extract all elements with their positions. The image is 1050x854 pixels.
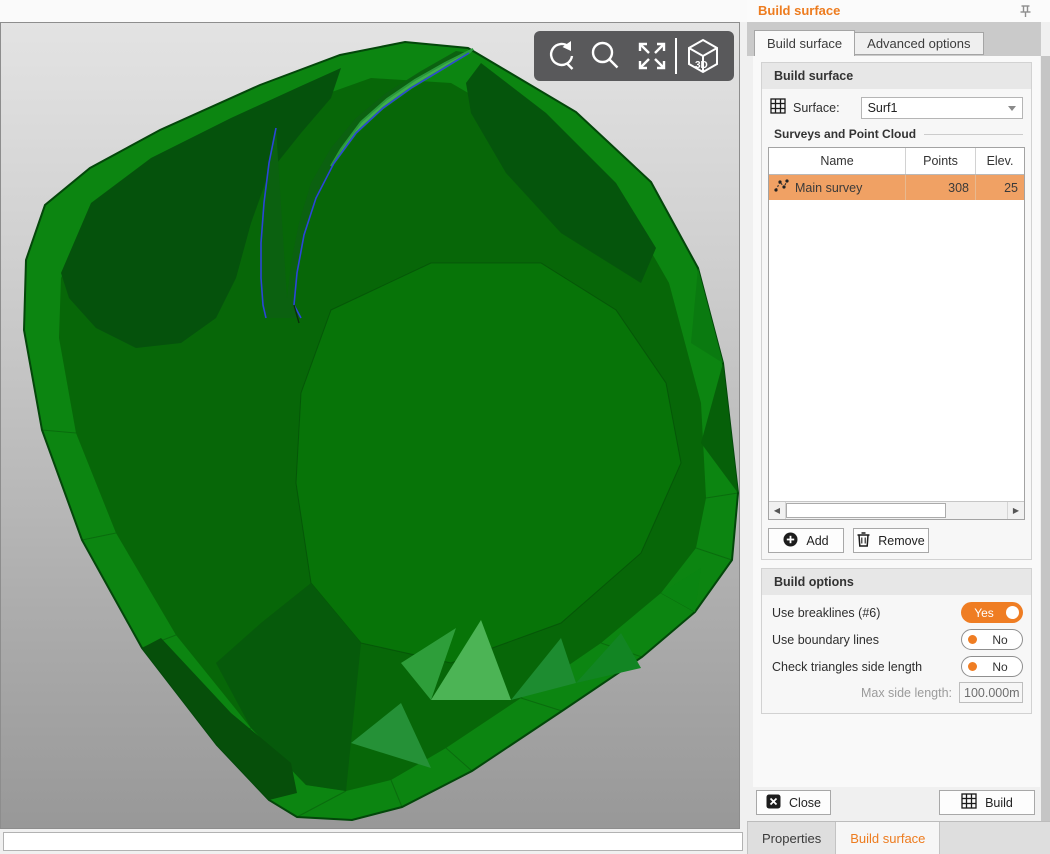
bottom-tab-build-surface[interactable]: Build surface bbox=[836, 822, 940, 854]
toggle-dot bbox=[968, 662, 977, 671]
table-header-row: Name Points Elev. bbox=[769, 148, 1024, 175]
surface-label: Surface: bbox=[793, 101, 840, 115]
viewport-top-strip bbox=[0, 0, 747, 22]
column-header-points[interactable]: Points bbox=[906, 148, 976, 174]
table-row[interactable]: Main survey 308 25 bbox=[769, 175, 1024, 200]
remove-button-label: Remove bbox=[878, 534, 925, 548]
toggle-boundary[interactable]: No bbox=[961, 629, 1023, 650]
surveys-table: Name Points Elev. Main survey bbox=[768, 147, 1025, 520]
build-options-group: Build options Use breaklines (#6) Yes Us… bbox=[761, 568, 1032, 714]
max-side-input[interactable]: 100.000m bbox=[959, 682, 1023, 703]
group-title: Build surface bbox=[774, 69, 853, 83]
remove-button[interactable]: Remove bbox=[853, 528, 929, 553]
tab-advanced-options[interactable]: Advanced options bbox=[855, 32, 983, 55]
build-grid-icon bbox=[961, 793, 977, 812]
3d-viewport[interactable]: 3D bbox=[0, 22, 740, 829]
divider bbox=[924, 134, 1023, 135]
build-surface-panel: Build surface Build surface Advanced opt… bbox=[747, 0, 1050, 854]
row-points: 308 bbox=[906, 175, 976, 200]
max-side-value: 100.000m bbox=[964, 686, 1020, 700]
group-header: Build options bbox=[762, 569, 1031, 595]
surveys-section: Surveys and Point Cloud bbox=[762, 123, 1031, 145]
grid-icon bbox=[770, 98, 786, 119]
add-button-label: Add bbox=[806, 534, 828, 548]
build-button[interactable]: Build bbox=[939, 790, 1035, 815]
tab-build-surface[interactable]: Build surface bbox=[754, 30, 855, 56]
viewport-toolbar: 3D bbox=[534, 31, 734, 81]
horizontal-scrollbar[interactable]: ◀ ▶ bbox=[769, 501, 1024, 519]
bottom-tab-label: Properties bbox=[762, 831, 821, 846]
panel-tabbar: Build surface Advanced options bbox=[747, 22, 1041, 56]
toggle-knob bbox=[1006, 606, 1019, 619]
toggle-value: Yes bbox=[974, 606, 994, 620]
option-label-breaklines: Use breaklines (#6) bbox=[772, 606, 880, 620]
toggle-value: No bbox=[992, 633, 1007, 647]
close-button-label: Close bbox=[789, 796, 821, 810]
row-name: Main survey bbox=[795, 181, 862, 195]
column-header-name[interactable]: Name bbox=[769, 148, 906, 174]
toggle-value: No bbox=[992, 660, 1007, 674]
column-header-elev[interactable]: Elev. bbox=[976, 148, 1024, 174]
panel-header: Build surface bbox=[747, 0, 1050, 22]
scroll-left-icon[interactable]: ◀ bbox=[769, 502, 786, 519]
scrollbar-thumb[interactable] bbox=[786, 503, 946, 518]
command-input[interactable] bbox=[3, 832, 743, 851]
bottom-tab-label: Build surface bbox=[850, 831, 925, 846]
fit-view-icon[interactable] bbox=[628, 31, 675, 81]
close-icon bbox=[766, 794, 781, 812]
add-button[interactable]: Add bbox=[768, 528, 844, 553]
rotate-view-icon[interactable] bbox=[534, 31, 581, 81]
chevron-down-icon bbox=[1008, 106, 1016, 111]
group-title: Build options bbox=[774, 575, 854, 589]
build-button-label: Build bbox=[985, 796, 1013, 810]
zoom-icon[interactable] bbox=[581, 31, 628, 81]
bottom-tabbar: Properties Build surface bbox=[747, 821, 1050, 854]
survey-icon bbox=[774, 179, 789, 196]
view-3d-cube-icon[interactable]: 3D bbox=[677, 31, 729, 81]
scroll-right-icon[interactable]: ▶ bbox=[1007, 502, 1024, 519]
surface-dropdown-value: Surf1 bbox=[868, 101, 898, 115]
bottom-tab-properties[interactable]: Properties bbox=[747, 822, 836, 854]
row-elev: 25 bbox=[976, 175, 1024, 200]
close-button[interactable]: Close bbox=[756, 790, 831, 815]
terrain-surface bbox=[1, 23, 739, 828]
surface-dropdown[interactable]: Surf1 bbox=[861, 97, 1023, 119]
pin-icon[interactable] bbox=[1019, 4, 1032, 23]
plus-icon bbox=[783, 532, 798, 550]
panel-button-row: Close Build bbox=[747, 789, 1041, 817]
table-empty-area bbox=[769, 200, 1024, 501]
panel-edge-strip bbox=[1041, 56, 1050, 821]
max-side-label: Max side length: bbox=[861, 686, 952, 700]
surveys-title: Surveys and Point Cloud bbox=[774, 127, 916, 141]
group-header: Build surface bbox=[762, 63, 1031, 89]
status-bar bbox=[0, 829, 747, 854]
panel-title: Build surface bbox=[758, 3, 840, 18]
tab-label: Advanced options bbox=[867, 36, 970, 51]
tab-page: Build surface Surface: Surf1 Surveys bbox=[753, 56, 1040, 787]
tab-label: Build surface bbox=[767, 36, 842, 51]
toggle-triangles[interactable]: No bbox=[961, 656, 1023, 677]
build-surface-group: Build surface Surface: Surf1 Surveys bbox=[761, 62, 1032, 560]
option-label-boundary: Use boundary lines bbox=[772, 633, 879, 647]
option-label-triangles: Check triangles side length bbox=[772, 660, 922, 674]
toggle-dot bbox=[968, 635, 977, 644]
cube-3d-label: 3D bbox=[695, 60, 708, 71]
toggle-breaklines[interactable]: Yes bbox=[961, 602, 1023, 623]
trash-icon bbox=[857, 532, 870, 550]
